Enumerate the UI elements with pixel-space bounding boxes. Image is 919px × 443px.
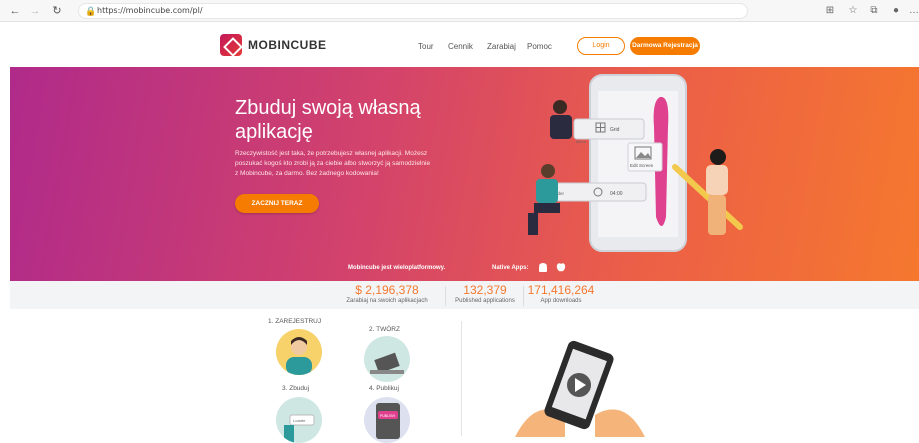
step-1-label: 1. ZAREJESTRUJ <box>268 318 322 325</box>
step-4-badge: PUBLISH <box>380 414 395 418</box>
step-3-label: 3. Zbuduj <box>282 385 310 392</box>
section-divider <box>461 321 462 436</box>
person-legs <box>534 203 560 213</box>
favorites-icon[interactable]: ☆ <box>847 5 859 16</box>
android-icon[interactable] <box>537 262 549 274</box>
step-3-badge: Loader <box>293 418 306 423</box>
logo-text: MOBINCUBE <box>248 38 327 52</box>
nav-zarabiaj[interactable]: Zarabiaj <box>487 42 516 51</box>
logo[interactable]: MOBINCUBE <box>220 33 327 57</box>
extensions-icon[interactable]: ⊞ <box>824 5 836 16</box>
stat-label: App downloads <box>540 298 582 304</box>
browser-toolbar: ← → ↻ 🔒 https://mobincube.com/pl/ ⊞ ☆ ⧉ … <box>0 0 919 22</box>
person-body <box>706 165 728 195</box>
step-2-label: 2. TWÓRZ <box>369 326 400 333</box>
url-text: https://mobincube.com/pl/ <box>97 6 203 15</box>
step-2-illustration <box>364 336 410 382</box>
start-now-button[interactable]: ZACZNIJ TERAZ <box>235 194 319 213</box>
profile-icon[interactable]: ● <box>890 5 902 16</box>
menu-card-label: Menu <box>576 139 586 144</box>
platform-text: Mobincube jest wieloplatformowy. <box>348 265 446 271</box>
person-body <box>550 115 572 139</box>
laptop-icon <box>370 352 404 374</box>
stat-value: $ 2,196,378 <box>355 283 419 297</box>
stat-divider <box>523 286 524 306</box>
stat-earnings: $ 2,196,378 Zarabiaj na swoich aplikacja… <box>332 283 442 304</box>
register-button[interactable]: Darmowa Rejestracja <box>630 37 700 55</box>
grid-card-label: Grid <box>610 127 620 133</box>
site-header: MOBINCUBE Tour Cennik Zarabiaj Pomoc Log… <box>0 22 919 67</box>
stat-downloads: 171,416,264 App downloads <box>525 283 597 304</box>
person-head <box>553 100 567 114</box>
step-1-illustration <box>276 329 322 375</box>
hero-title: Zbuduj swoją własną aplikację <box>235 97 421 143</box>
nav-cennik[interactable]: Cennik <box>448 42 473 51</box>
person-legs <box>708 195 726 235</box>
nav-pomoc[interactable]: Pomoc <box>527 42 552 51</box>
apple-icon[interactable] <box>555 261 567 273</box>
stat-value: 171,416,264 <box>527 283 595 297</box>
reload-icon[interactable]: ↻ <box>50 4 64 18</box>
hand-right-shape <box>595 409 645 437</box>
nav-tour[interactable]: Tour <box>418 42 434 51</box>
loader-time: 04:00 <box>610 191 623 197</box>
stat-label: Published applications <box>455 298 515 304</box>
publish-icon: PUBLISH <box>376 403 400 439</box>
stat-divider <box>445 286 446 306</box>
hero-description: Rzeczywistość jest taka, że potrzebujesz… <box>235 150 431 177</box>
more-icon[interactable]: … <box>908 5 919 16</box>
person-head <box>541 164 555 178</box>
stats-bar: $ 2,196,378 Zarabiaj na swoich aplikacja… <box>10 281 919 309</box>
step-3-illustration: Loader <box>276 397 322 443</box>
edit-screen-label: Edit Screen <box>630 163 654 168</box>
hero-banner: Zbuduj swoją własną aplikację Rzeczywist… <box>10 67 919 281</box>
stat-label: Zarabiaj na swoich aplikacjach <box>346 298 428 304</box>
person-body <box>536 179 558 203</box>
builder-icon: Loader <box>284 414 315 443</box>
arrow-left-icon[interactable]: ← <box>8 4 22 18</box>
grid-card <box>573 118 645 140</box>
lock-icon: 🔒 <box>85 6 97 16</box>
address-bar[interactable]: 🔒 https://mobincube.com/pl/ <box>78 3 748 19</box>
person-avatar-icon <box>286 337 312 375</box>
steps-section: 1. ZAREJESTRUJ 2. TWÓRZ 3. Zbuduj Loader… <box>0 309 919 443</box>
person-head <box>710 149 726 165</box>
step-4-illustration: PUBLISH <box>364 397 410 443</box>
native-apps-label: Native Apps: <box>492 265 529 271</box>
collections-icon[interactable]: ⧉ <box>868 5 880 16</box>
video-player[interactable] <box>515 337 645 437</box>
hero-illustration: Grid Menu Edit Screen Loader 04:00 <box>528 74 743 252</box>
login-button[interactable]: Login <box>577 37 625 55</box>
stat-value: 132,379 <box>463 283 507 297</box>
person-legs <box>528 213 538 235</box>
cube-logo-icon <box>220 34 242 56</box>
step-4-label: 4. Publikuj <box>369 385 399 392</box>
arrow-right-icon[interactable]: → <box>28 4 42 18</box>
stat-published: 132,379 Published applications <box>450 283 520 304</box>
